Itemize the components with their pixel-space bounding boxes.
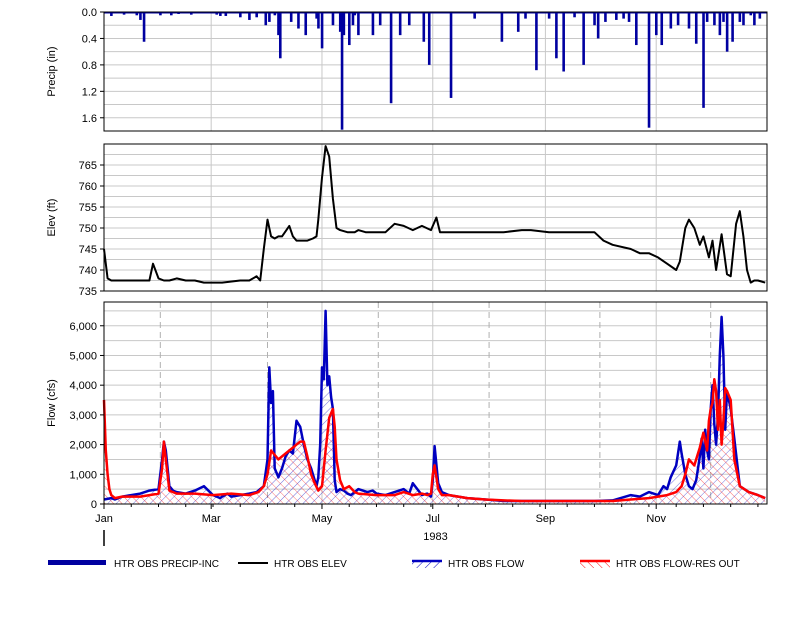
legend-item: HTR OBS FLOW-RES OUT: [580, 559, 740, 570]
precip-bar: [647, 12, 651, 128]
xtick-label: Nov: [646, 513, 666, 525]
elev-ytick-label: 765: [79, 160, 97, 172]
precip-bar: [449, 12, 453, 98]
flow-ytick-label: 1,000: [69, 469, 97, 481]
precip-ytick-label: 0.4: [82, 33, 97, 45]
legend-label: HTR OBS ELEV: [274, 559, 347, 570]
precip-bar: [725, 12, 729, 52]
precip-ytick-label: 0.0: [82, 7, 97, 19]
precip-bar: [654, 12, 658, 36]
precip-plot-frame: [103, 11, 768, 132]
precip-bar: [278, 12, 282, 59]
precip-bar: [593, 12, 596, 26]
flow-ytick-label: 0: [91, 499, 97, 511]
flow-ytick-label: 5,000: [69, 350, 97, 362]
elev-ytick-label: 755: [79, 202, 97, 214]
precip-bar: [427, 12, 431, 65]
precip-bar: [753, 12, 756, 26]
precip-bar: [500, 12, 504, 42]
legend-swatch: [48, 560, 106, 565]
precip-bar: [713, 12, 716, 26]
precip-bar: [389, 12, 393, 104]
grid-layer: [103, 11, 767, 505]
precip-bar: [596, 12, 600, 39]
precip-bar: [371, 12, 375, 36]
flow-ytick-label: 2,000: [69, 440, 97, 452]
precip-ylabel: Precip (in): [46, 46, 58, 96]
legend-item: HTR OBS FLOW: [412, 559, 525, 570]
elev-line: [103, 145, 766, 284]
precip-bar: [317, 12, 320, 29]
precip-bar: [398, 12, 402, 36]
precip-bar: [422, 12, 426, 42]
precip-bar: [669, 12, 673, 29]
legend-label: HTR OBS FLOW: [448, 559, 525, 570]
precip-bar: [304, 12, 308, 36]
precip-bar: [582, 12, 585, 65]
xtick-label: May: [312, 513, 333, 525]
precip-bar: [702, 12, 705, 108]
flow-ytick-label: 4,000: [69, 380, 97, 392]
legend-item: HTR OBS PRECIP-INC: [48, 559, 219, 570]
elev-ytick-label: 745: [79, 244, 97, 256]
precip-bar: [320, 12, 324, 49]
flow-ytick-label: 3,000: [69, 410, 97, 422]
legend: HTR OBS PRECIP-INC HTR OBS ELEV HTR OBS FL…: [48, 559, 740, 570]
xtick-label: Mar: [202, 513, 221, 525]
precip-bar: [562, 12, 565, 72]
chart-figure: 0.0 0.4 0.8 1.2 1.6 Precip (in) 735 740 745 750 75…: [46, 7, 768, 570]
precip-bar: [742, 12, 745, 26]
precip-bar: [535, 12, 538, 71]
elev-ytick-label: 750: [79, 223, 97, 235]
chart-canvas: 0.0 0.4 0.8 1.2 1.6 Precip (in) 735 740 745 750 75…: [0, 0, 800, 627]
precip-bar: [635, 12, 638, 46]
elev-ytick-label: 760: [79, 181, 97, 193]
legend-label: HTR OBS PRECIP-INC: [114, 559, 219, 570]
precip-ytick-label: 1.6: [82, 113, 97, 125]
legend-item: HTR OBS ELEV: [238, 559, 347, 570]
precip-bar: [676, 12, 680, 26]
precip-bar: [687, 12, 691, 29]
precip-ytick-label: 0.8: [82, 60, 97, 72]
precip-bar: [555, 12, 558, 59]
precip-bar: [718, 12, 722, 36]
elev-ytick-label: 735: [79, 286, 97, 298]
precip-bar: [731, 12, 734, 42]
xtick-label: Jan: [95, 513, 113, 525]
precip-bar: [516, 12, 520, 32]
xtick-label: Sep: [536, 513, 556, 525]
precip-bar: [378, 12, 382, 26]
precip-bar: [142, 12, 146, 42]
precip-bar: [331, 12, 335, 26]
precip-ytick-label: 1.2: [82, 86, 97, 98]
precip-bar: [297, 12, 300, 29]
precip-bar: [264, 12, 268, 26]
precip-bar: [357, 12, 360, 36]
xtick-label: Jul: [426, 513, 440, 525]
flow-ylabel: Flow (cfs): [46, 379, 58, 427]
flow-ytick-label: 6,000: [69, 321, 97, 333]
precip-bar: [660, 12, 664, 46]
xaxis-year-label: 1983: [423, 531, 447, 543]
legend-label: HTR OBS FLOW-RES OUT: [616, 559, 740, 570]
elev-ylabel: Elev (ft): [46, 199, 58, 237]
precip-bar: [348, 12, 351, 46]
precip-bar: [694, 12, 698, 44]
precip-bar: [342, 12, 346, 36]
axis-text-layer: 0.0 0.4 0.8 1.2 1.6 Precip (in) 735 740 745 750 75…: [46, 7, 666, 543]
precip-bar: [407, 12, 411, 26]
elev-ytick-label: 740: [79, 265, 97, 277]
